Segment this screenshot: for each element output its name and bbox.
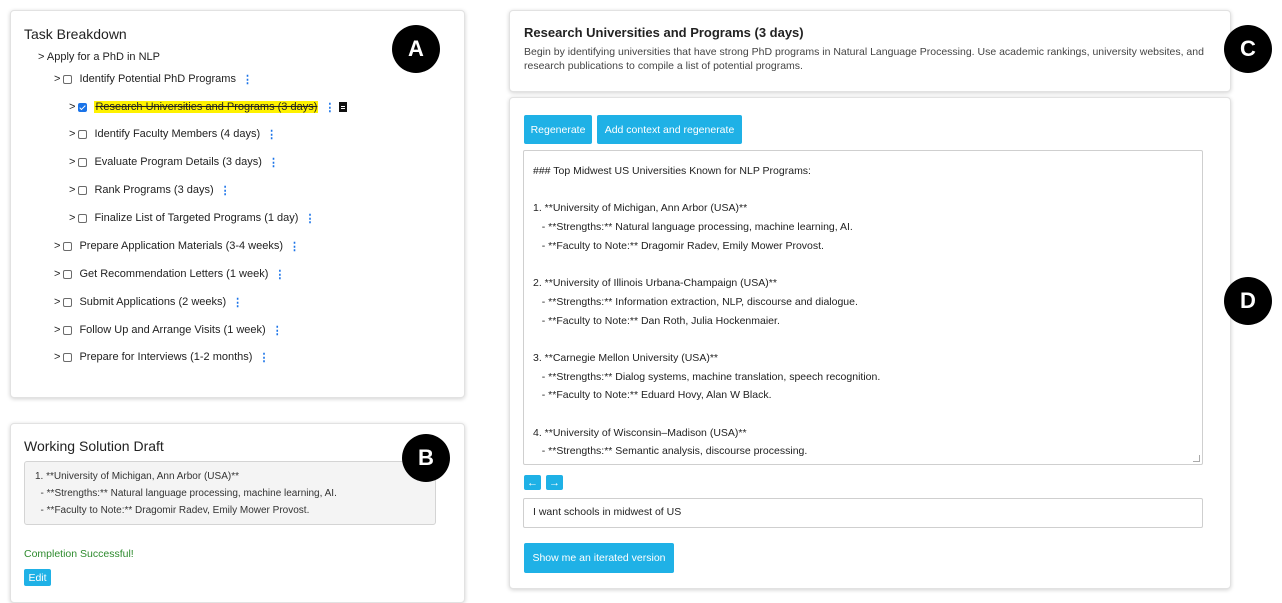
tree-item[interactable]: > Identify Faculty Members (4 days) ⋮ bbox=[69, 126, 277, 142]
generated-output-textarea[interactable]: ### Top Midwest US Universities Known fo… bbox=[523, 150, 1203, 465]
more-options-icon[interactable]: ⋮ bbox=[266, 128, 277, 141]
generation-panel: Regenerate Add context and regenerate ##… bbox=[509, 97, 1231, 589]
working-draft-panel: Working Solution Draft 1. **University o… bbox=[10, 423, 465, 603]
output-line: 3. **Carnegie Mellon University (USA)** bbox=[533, 351, 718, 364]
context-input[interactable]: I want schools in midwest of US bbox=[523, 498, 1203, 528]
output-line: 4. **University of Wisconsin–Madison (US… bbox=[533, 426, 747, 439]
tree-item[interactable]: > Prepare Application Materials (3-4 week… bbox=[54, 238, 300, 254]
draft-textarea[interactable]: 1. **University of Michigan, Ann Arbor (… bbox=[24, 461, 436, 525]
subtask-description: Begin by identifying universities that h… bbox=[524, 46, 1204, 72]
regenerate-button[interactable]: Regenerate bbox=[524, 115, 592, 144]
tree-item[interactable]: > Get Recommendation Letters (1 week) ⋮ bbox=[54, 266, 285, 282]
output-line: 1. **University of Michigan, Ann Arbor (… bbox=[533, 202, 748, 215]
tree-item[interactable]: > Submit Applications (2 weeks) ⋮ bbox=[54, 294, 243, 310]
more-options-icon[interactable]: ⋮ bbox=[242, 73, 253, 86]
tree-item[interactable]: > Follow Up and Arrange Visits (1 week) ⋮ bbox=[54, 322, 283, 338]
output-line: - **Faculty to Note:** Dan Roth, Julia H… bbox=[533, 314, 780, 327]
document-icon[interactable] bbox=[339, 102, 348, 112]
more-options-icon[interactable]: ⋮ bbox=[220, 184, 231, 197]
output-line: - **Strengths:** Information extraction,… bbox=[533, 295, 858, 308]
next-version-button[interactable]: → bbox=[546, 475, 563, 490]
task-checkbox[interactable] bbox=[78, 213, 88, 223]
tree-item[interactable]: > Identify Potential PhD Programs ⋮ bbox=[54, 71, 253, 87]
tree-item[interactable]: > Research Universities and Programs (3 d… bbox=[69, 99, 348, 115]
completion-status: Completion Successful! bbox=[24, 548, 134, 560]
resize-handle[interactable] bbox=[1193, 455, 1200, 462]
output-line: - **Faculty to Note:** Eduard Hovy, Alan… bbox=[533, 389, 772, 402]
tree-item[interactable]: > Rank Programs (3 days) ⋮ bbox=[69, 182, 231, 198]
task-label: Prepare for Interviews (1-2 months) bbox=[79, 351, 253, 363]
more-options-icon[interactable]: ⋮ bbox=[268, 156, 279, 169]
expand-caret-icon[interactable]: > bbox=[54, 240, 60, 252]
tree-item[interactable]: > Prepare for Interviews (1-2 months) ⋮ bbox=[54, 349, 269, 365]
badge-b: B bbox=[402, 434, 450, 482]
task-checkbox[interactable] bbox=[63, 325, 73, 335]
task-label: Get Recommendation Letters (1 week) bbox=[79, 268, 269, 280]
task-label: Finalize List of Targeted Programs (1 da… bbox=[94, 212, 299, 224]
task-label: Identify Potential PhD Programs bbox=[79, 73, 236, 85]
task-checkbox[interactable] bbox=[63, 74, 73, 84]
more-options-icon[interactable]: ⋮ bbox=[258, 351, 269, 364]
expand-caret-icon[interactable]: > bbox=[54, 351, 60, 363]
expand-caret-icon[interactable]: > bbox=[69, 212, 75, 224]
expand-caret-icon[interactable]: > bbox=[69, 128, 75, 140]
task-checkbox[interactable] bbox=[63, 352, 73, 362]
output-line: - **Faculty to Note:** Dragomir Radev, E… bbox=[533, 239, 824, 252]
more-options-icon[interactable]: ⋮ bbox=[272, 324, 283, 337]
subtask-title: Research Universities and Programs (3 da… bbox=[524, 25, 804, 40]
task-checkbox[interactable] bbox=[63, 269, 73, 279]
task-label: Identify Faculty Members (4 days) bbox=[94, 128, 261, 140]
more-options-icon[interactable]: ⋮ bbox=[289, 240, 300, 253]
task-breakdown-title: Task Breakdown bbox=[24, 26, 127, 42]
show-iterated-version-button[interactable]: Show me an iterated version bbox=[524, 543, 674, 573]
badge-c: C bbox=[1224, 25, 1272, 73]
expand-caret-icon[interactable]: > bbox=[54, 324, 60, 336]
task-label: Prepare Application Materials (3-4 weeks… bbox=[79, 240, 284, 252]
badge-d: D bbox=[1224, 277, 1272, 325]
expand-caret-icon[interactable]: > bbox=[69, 184, 75, 196]
badge-a: A bbox=[392, 25, 440, 73]
expand-caret-icon[interactable]: > bbox=[69, 156, 75, 168]
task-label: Rank Programs (3 days) bbox=[94, 184, 214, 196]
previous-version-button[interactable]: ← bbox=[524, 475, 541, 490]
task-checkbox[interactable] bbox=[78, 185, 88, 195]
output-line: - **Strengths:** Semantic analysis, disc… bbox=[533, 445, 808, 458]
edit-button[interactable]: Edit bbox=[24, 569, 51, 586]
tree-root-label: > Apply for a PhD in NLP bbox=[38, 51, 160, 63]
tree-root-apply-phd[interactable]: > Apply for a PhD in NLP bbox=[38, 49, 160, 65]
output-line: ### Top Midwest US Universities Known fo… bbox=[533, 165, 811, 177]
more-options-icon[interactable]: ⋮ bbox=[232, 296, 243, 309]
more-options-icon[interactable]: ⋮ bbox=[304, 212, 315, 225]
tree-item[interactable]: > Finalize List of Targeted Programs (1 d… bbox=[69, 210, 315, 226]
more-options-icon[interactable]: ⋮ bbox=[274, 268, 285, 281]
tree-item[interactable]: > Evaluate Program Details (3 days) ⋮ bbox=[69, 154, 279, 170]
subtask-panel: Research Universities and Programs (3 da… bbox=[509, 10, 1231, 92]
output-line: - **Strengths:** Dialog systems, machine… bbox=[533, 370, 881, 383]
task-checkbox[interactable] bbox=[78, 157, 88, 167]
working-draft-title: Working Solution Draft bbox=[24, 438, 164, 454]
task-label: Research Universities and Programs (3 da… bbox=[94, 101, 319, 113]
expand-caret-icon[interactable]: > bbox=[54, 73, 60, 85]
more-options-icon[interactable]: ⋮ bbox=[324, 101, 335, 114]
expand-caret-icon[interactable]: > bbox=[54, 296, 60, 308]
add-context-regenerate-button[interactable]: Add context and regenerate bbox=[597, 115, 742, 144]
task-checkbox[interactable] bbox=[78, 129, 88, 139]
task-label: Evaluate Program Details (3 days) bbox=[94, 156, 262, 168]
task-checkbox[interactable] bbox=[63, 241, 73, 251]
task-label: Follow Up and Arrange Visits (1 week) bbox=[79, 324, 266, 336]
expand-caret-icon[interactable]: > bbox=[69, 101, 75, 113]
task-checkbox[interactable] bbox=[78, 102, 88, 112]
output-line: 2. **University of Illinois Urbana-Champ… bbox=[533, 277, 777, 290]
output-line: - **Strengths:** Natural language proces… bbox=[533, 221, 853, 234]
output-line: - **Faculty to Note:** Jerry Zhu, Yingyu… bbox=[533, 461, 1193, 464]
expand-caret-icon[interactable]: > bbox=[54, 268, 60, 280]
task-checkbox[interactable] bbox=[63, 297, 73, 307]
task-label: Submit Applications (2 weeks) bbox=[79, 296, 227, 308]
task-breakdown-panel: Task Breakdown > Apply for a PhD in NLP … bbox=[10, 10, 465, 398]
